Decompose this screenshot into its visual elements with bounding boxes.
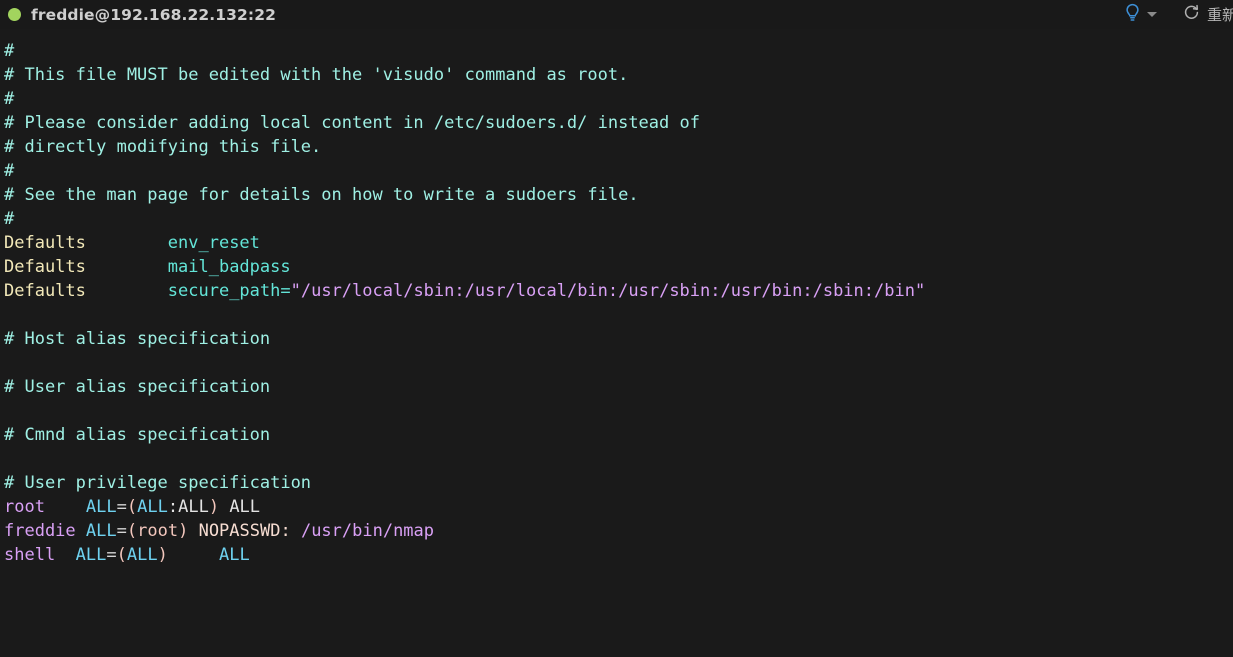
terminal-token: ) [208,497,220,517]
terminal-line: # [4,159,1233,183]
terminal-line: # Please consider adding local content i… [4,111,1233,135]
lightbulb-icon [1124,3,1141,26]
terminal-token: = [116,521,127,541]
terminal-token: ALL [85,521,117,541]
terminal-line: # [4,87,1233,111]
terminal-line: root ALL=(ALL:ALL) ALL [4,495,1233,519]
terminal-token: shell [4,545,56,565]
terminal-token: ALL [85,497,117,517]
terminal-token: = [280,281,291,301]
terminal-token: secure_path [167,281,281,301]
reconnect-button[interactable]: 重新 [1161,0,1233,29]
terminal-token: # User alias specification [4,377,271,397]
terminal-token: ALL [126,545,158,565]
terminal-token: freddie [4,521,76,541]
terminal-token: # [4,89,15,109]
terminal-line: # directly modifying this file. [4,135,1233,159]
terminal-token: # User privilege specification [4,473,312,493]
terminal-token: # This file MUST be edited with the 'vis… [4,65,629,85]
terminal-token: ALL [219,545,250,565]
terminal-line: freddie ALL=(root) NOPASSWD: /usr/bin/nm… [4,519,1233,543]
terminal-token: ALL [229,497,261,517]
terminal-token: # [4,41,15,61]
terminal-token: Defaults [4,233,86,253]
terminal-line: # [4,207,1233,231]
terminal-token: NOPASSWD: [198,521,291,541]
terminal-line: # User alias specification [4,375,1233,399]
terminal-line: shell ALL=(ALL) ALL [4,543,1233,567]
terminal-line: # Cmnd alias specification [4,423,1233,447]
terminal-token: ) [178,521,189,541]
terminal-token: root [4,497,45,517]
terminal-token: ALL [75,545,107,565]
connection-status-dot [8,8,21,21]
terminal-line: # User privilege specification [4,471,1233,495]
terminal-line: Defaults env_reset [4,231,1233,255]
titlebar-actions: 重新 [1116,0,1233,29]
terminal-token: # [4,209,15,229]
reconnect-label: 重新 [1207,6,1233,24]
terminal-token: # See the man page for details on how to… [4,185,639,205]
terminal-token: ALL [137,497,168,517]
terminal-line: # [4,39,1233,63]
terminal-token: env_reset [167,233,260,253]
session-titlebar: freddie@192.168.22.132:22 重新 [0,0,1233,29]
terminal-token: : [167,497,179,517]
terminal-line: # Host alias specification [4,327,1233,351]
terminal-token: # Please consider adding local content i… [4,113,700,133]
terminal-line: Defaults mail_badpass [4,255,1233,279]
terminal-token: mail_badpass [167,257,291,277]
terminal-token: "/usr/local/sbin:/usr/local/bin:/usr/sbi… [290,281,926,301]
terminal-token: = [106,545,117,565]
terminal-token: # directly modifying this file. [4,137,322,157]
terminal-token: ) [157,545,168,565]
terminal-token: Defaults [4,257,86,277]
chevron-down-icon [1147,12,1157,17]
terminal-line: # See the man page for details on how to… [4,183,1233,207]
refresh-icon [1183,4,1200,25]
terminal-token: /usr/bin/nmap [300,521,435,541]
terminal-token: ALL [178,497,209,517]
terminal-token: = [116,497,127,517]
terminal-token: # Cmnd alias specification [4,425,271,445]
terminal-token: # Host alias specification [4,329,271,349]
terminal-token: root [137,521,179,541]
hint-dropdown-button[interactable] [1116,0,1161,29]
terminal-line: Defaults secure_path="/usr/local/sbin:/u… [4,279,1233,303]
terminal-token: ( [126,521,138,541]
terminal-token: ( [116,545,127,565]
terminal-token: # [4,161,15,181]
terminal-token: Defaults [4,281,86,301]
terminal-token: ( [126,497,138,517]
terminal-output[interactable]: # # This file MUST be edited with the 'vi… [0,29,1233,657]
session-title: freddie@192.168.22.132:22 [31,5,276,24]
terminal-line: # This file MUST be edited with the 'vis… [4,63,1233,87]
